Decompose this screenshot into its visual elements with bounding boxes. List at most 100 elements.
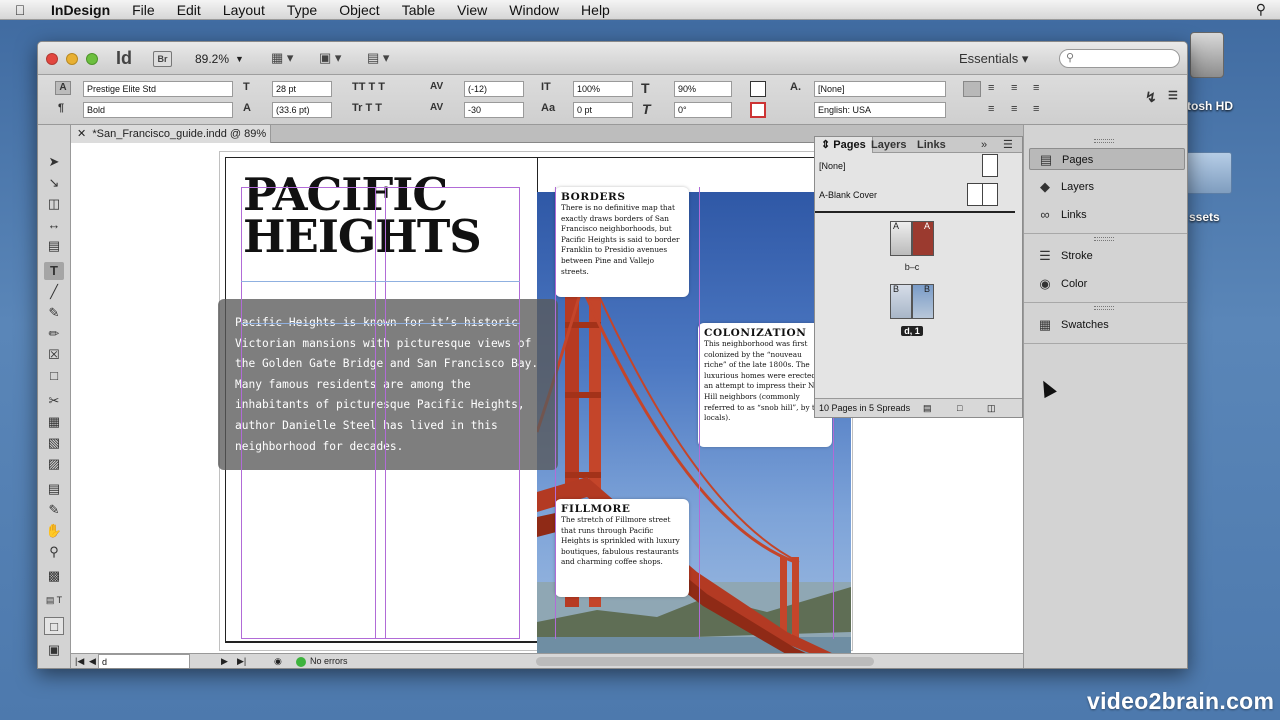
- vertical-scale-field[interactable]: 100%: [573, 81, 633, 97]
- rectangle-tool-icon[interactable]: □: [44, 367, 64, 385]
- skew-field[interactable]: 0°: [674, 102, 732, 118]
- dock-item-swatches[interactable]: ▦ Swatches: [1029, 314, 1185, 336]
- align-center-button[interactable]: ≡: [988, 82, 994, 94]
- kerning-field[interactable]: (-12): [464, 81, 524, 97]
- dock-item-color[interactable]: ◉ Color: [1029, 273, 1185, 295]
- intro-text-frame[interactable]: Pacific Heights is known for it’s histor…: [218, 299, 558, 470]
- next-spread-icon[interactable]: ▶: [221, 656, 228, 667]
- note-tool-icon[interactable]: ▤: [44, 480, 64, 498]
- collapse-panel-icon[interactable]: »: [975, 137, 993, 153]
- formatting-affects-icon[interactable]: ▤ T: [44, 591, 64, 609]
- folder-icon[interactable]: [1186, 152, 1232, 194]
- workspace-switcher[interactable]: Essentials ▾: [959, 51, 1028, 67]
- first-spread-icon[interactable]: |◀: [75, 656, 84, 667]
- page-number-field[interactable]: d: [98, 654, 190, 668]
- minimize-window-button[interactable]: [66, 53, 78, 65]
- tab-links[interactable]: Links: [911, 137, 952, 153]
- panel-group-grip[interactable]: [1094, 306, 1114, 310]
- selection-tool-icon[interactable]: ➤: [44, 153, 64, 171]
- small-caps-icon[interactable]: Tr T T: [352, 102, 382, 114]
- screen-mode-tool-icon[interactable]: ▣: [44, 641, 64, 659]
- font-size-field[interactable]: 28 pt: [272, 81, 332, 97]
- zoom-level[interactable]: 89.2%: [195, 52, 229, 66]
- hand-tool-icon[interactable]: ✋: [44, 522, 64, 540]
- panel-group-grip[interactable]: [1094, 139, 1114, 143]
- baseline-shift-field[interactable]: 0 pt: [573, 102, 633, 118]
- new-page-icon[interactable]: □: [957, 399, 962, 417]
- master-none-thumb[interactable]: [982, 154, 998, 177]
- zoom-window-button[interactable]: [86, 53, 98, 65]
- gradient-feather-tool-icon[interactable]: ▨: [44, 455, 64, 473]
- paragraph-formatting-icon[interactable]: ¶: [58, 102, 64, 114]
- spotlight-search-icon[interactable]: ⚲: [1256, 1, 1266, 18]
- zoom-dropdown-icon[interactable]: ▼: [235, 54, 244, 64]
- align-left-button[interactable]: [963, 81, 981, 97]
- previous-spread-icon[interactable]: ◀: [89, 656, 96, 667]
- menu-table[interactable]: Table: [391, 2, 446, 18]
- content-collector-icon[interactable]: ▤: [44, 237, 64, 255]
- dock-item-pages[interactable]: ▤ Pages: [1029, 148, 1185, 170]
- justify-button[interactable]: ≡: [1033, 82, 1039, 94]
- justify-all-button[interactable]: ≡: [1011, 103, 1017, 115]
- horizontal-scale-field[interactable]: 90%: [674, 81, 732, 97]
- menu-view[interactable]: View: [446, 2, 498, 18]
- menu-help[interactable]: Help: [570, 2, 621, 18]
- align-spine-button[interactable]: ≡: [1033, 103, 1039, 115]
- document-tab[interactable]: ✕ *San_Francisco_guide.indd @ 89%: [71, 125, 271, 143]
- edit-page-size-icon[interactable]: ▤: [923, 399, 932, 417]
- rectangle-frame-tool-icon[interactable]: ☒: [44, 346, 64, 364]
- font-style-field[interactable]: Bold: [83, 102, 233, 118]
- zoom-tool-icon[interactable]: ⚲: [44, 543, 64, 561]
- menu-type[interactable]: Type: [276, 2, 328, 18]
- tab-layers[interactable]: Layers: [865, 137, 912, 153]
- horizontal-scrollbar[interactable]: [536, 657, 874, 666]
- preflight-icon[interactable]: ◉: [274, 656, 282, 667]
- screen-mode-icon[interactable]: ▣ ▾: [319, 50, 353, 68]
- pen-tool-icon[interactable]: ✎: [44, 304, 64, 322]
- master-none[interactable]: [None]: [819, 161, 846, 171]
- fill-swatch[interactable]: [750, 81, 766, 97]
- quick-apply-icon[interactable]: ↯: [1145, 89, 1157, 106]
- menu-layout[interactable]: Layout: [212, 2, 276, 18]
- callout-fillmore[interactable]: FILLMORE The stretch of Fillmore street …: [555, 499, 689, 597]
- apple-menu-icon[interactable]: : [0, 2, 40, 18]
- justify-center-button[interactable]: ≡: [988, 103, 994, 115]
- dock-item-links[interactable]: ∞ Links: [1029, 204, 1185, 226]
- language-field[interactable]: English: USA: [814, 102, 946, 118]
- panel-menu-icon[interactable]: ☰: [997, 137, 1019, 153]
- panel-group-grip[interactable]: [1094, 237, 1114, 241]
- character-formatting-icon[interactable]: A: [55, 81, 71, 95]
- callout-borders[interactable]: BORDERS There is no definitive map that …: [555, 187, 689, 297]
- menu-app[interactable]: InDesign: [40, 2, 121, 18]
- control-panel-menu-icon[interactable]: ☰: [1168, 89, 1178, 102]
- close-window-button[interactable]: [46, 53, 58, 65]
- free-transform-tool-icon[interactable]: ▦: [44, 413, 64, 431]
- line-tool-icon[interactable]: ╱: [44, 283, 64, 301]
- eyedropper-tool-icon[interactable]: ✎: [44, 501, 64, 519]
- menu-object[interactable]: Object: [328, 2, 390, 18]
- menu-edit[interactable]: Edit: [166, 2, 212, 18]
- dock-item-stroke[interactable]: ☰ Stroke: [1029, 245, 1185, 267]
- delete-page-icon[interactable]: ◫: [987, 399, 996, 417]
- arrange-documents-icon[interactable]: ▤ ▾: [367, 50, 401, 68]
- view-options-icon[interactable]: ▦ ▾: [271, 50, 305, 68]
- font-family-field[interactable]: Prestige Elite Std: [83, 81, 233, 97]
- master-a-thumb[interactable]: [967, 183, 998, 206]
- dock-item-layers[interactable]: ◆ Layers: [1029, 176, 1185, 198]
- all-caps-icon[interactable]: TT T T: [352, 81, 385, 93]
- scissors-tool-icon[interactable]: ✂: [44, 392, 64, 410]
- menu-file[interactable]: File: [121, 2, 166, 18]
- master-a-blank-cover[interactable]: A-Blank Cover: [819, 190, 877, 200]
- tracking-field[interactable]: -30: [464, 102, 524, 118]
- callout-colonization[interactable]: COLONIZATION This neighborhood was first…: [698, 323, 832, 447]
- gradient-swatch-tool-icon[interactable]: ▧: [44, 434, 64, 452]
- normal-view-icon[interactable]: □: [44, 617, 64, 635]
- fill-stroke-swatch-icon[interactable]: ▩: [44, 567, 64, 585]
- bridge-button[interactable]: Br: [153, 51, 172, 67]
- pencil-tool-icon[interactable]: ✏: [44, 325, 64, 343]
- stroke-swatch[interactable]: [750, 102, 766, 118]
- page-tool-icon[interactable]: ◫: [44, 195, 64, 213]
- hard-drive-icon[interactable]: [1190, 32, 1224, 78]
- align-right-button[interactable]: ≡: [1011, 82, 1017, 94]
- menu-window[interactable]: Window: [498, 2, 570, 18]
